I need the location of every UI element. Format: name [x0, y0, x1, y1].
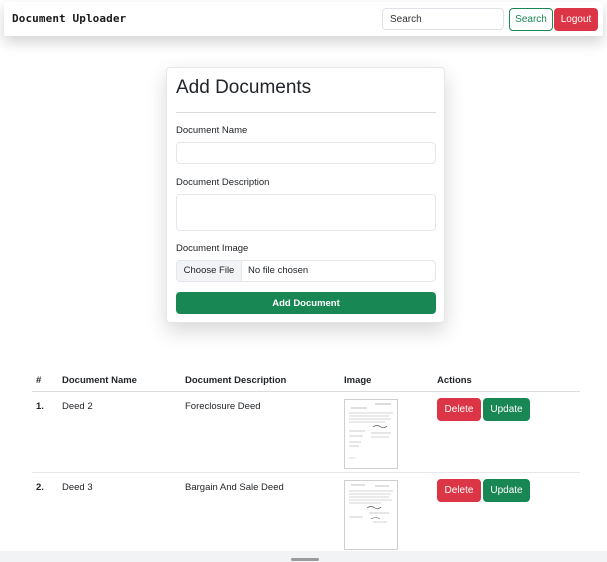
navbar: Document Uploader Search Logout: [4, 2, 603, 36]
choose-file-button[interactable]: Choose File: [177, 261, 242, 281]
search-input[interactable]: [382, 8, 504, 30]
delete-button[interactable]: Delete: [437, 479, 481, 502]
document-thumbnail: [344, 399, 398, 469]
card-title: Add Documents: [176, 77, 312, 98]
table-header-document-name: Document Name: [62, 375, 137, 386]
row-number: 2.: [36, 482, 44, 493]
table-row: 1. Deed 2 Foreclosure Deed Delete Update: [32, 392, 580, 473]
document-scan-image: [345, 400, 397, 468]
scrollbar-thumb[interactable]: [291, 558, 319, 561]
update-button[interactable]: Update: [483, 398, 530, 421]
table-header-image: Image: [344, 375, 372, 386]
document-scan-image: [345, 481, 397, 549]
delete-button[interactable]: Delete: [437, 398, 481, 421]
table-header-document-description: Document Description: [185, 375, 287, 386]
row-document-name: Deed 3: [62, 482, 93, 493]
table-row: 2. Deed 3 Bargain And Sale Deed Delete U…: [32, 473, 580, 554]
row-document-name: Deed 2: [62, 401, 93, 412]
file-status-text: No file chosen: [248, 265, 309, 276]
table-header-actions: Actions: [437, 375, 472, 386]
search-button[interactable]: Search: [509, 8, 553, 31]
document-description-textarea[interactable]: [176, 194, 436, 231]
document-description-label: Document Description: [176, 177, 270, 188]
update-button[interactable]: Update: [483, 479, 530, 502]
document-thumbnail: [344, 480, 398, 550]
document-image-file-input[interactable]: Choose File No file chosen: [176, 260, 436, 282]
document-name-label: Document Name: [176, 125, 248, 136]
table-header-number: #: [36, 375, 42, 386]
document-image-label: Document Image: [176, 243, 249, 254]
brand-title: Document Uploader: [12, 12, 127, 25]
document-name-input[interactable]: [176, 142, 436, 164]
row-document-description: Foreclosure Deed: [185, 401, 261, 412]
horizontal-scrollbar[interactable]: [0, 551, 607, 562]
row-number: 1.: [36, 401, 44, 412]
card-divider: [176, 112, 436, 113]
add-document-button[interactable]: Add Document: [176, 292, 436, 314]
page: Document Uploader Search Logout Add Docu…: [0, 0, 607, 562]
logout-button[interactable]: Logout: [554, 8, 598, 31]
row-document-description: Bargain And Sale Deed: [185, 482, 284, 493]
add-documents-card: Add Documents Document Name Document Des…: [166, 67, 445, 323]
